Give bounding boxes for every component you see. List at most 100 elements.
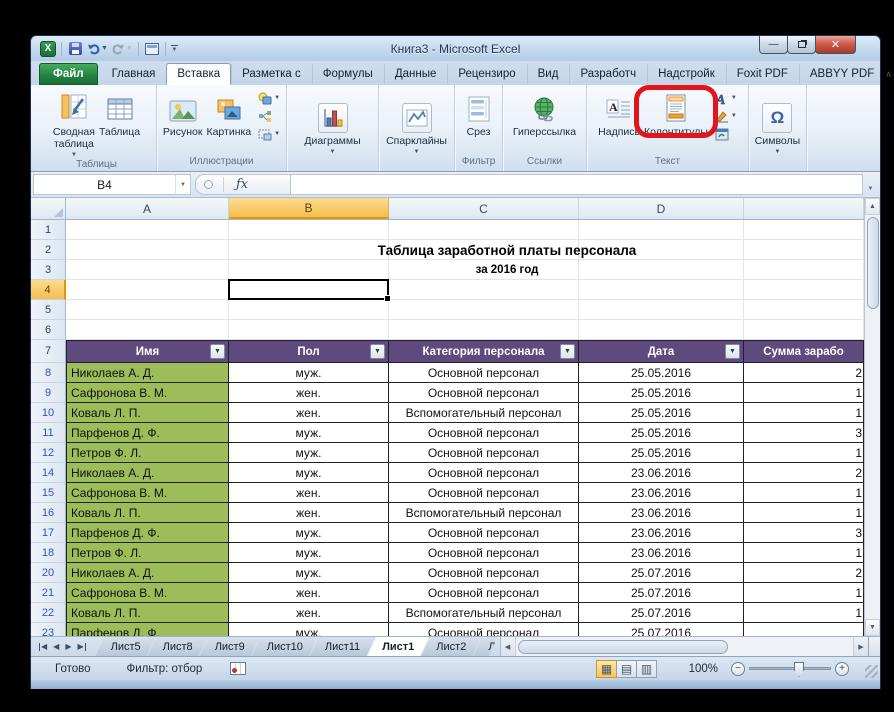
cell-name[interactable]: Коваль Л. П. (66, 403, 229, 423)
cell-category[interactable]: Основной персонал (389, 463, 579, 483)
cell-name[interactable]: Петров Ф. Л. (66, 443, 229, 463)
ribbon-tab-главная[interactable]: Главная (101, 63, 167, 85)
name-box[interactable]: B4 ▼ (33, 174, 191, 195)
row-header-10[interactable]: 10 (31, 403, 66, 423)
first-sheet-button[interactable]: ◀ (38, 642, 47, 651)
row-header-3[interactable]: 3 (31, 260, 66, 280)
cell-amount[interactable]: 2 (744, 363, 864, 383)
cell-name[interactable]: Сафронова В. М. (66, 383, 229, 403)
row-header-4[interactable]: 4 (31, 280, 66, 300)
ribbon-tab-разметка-с[interactable]: Разметка с (231, 63, 312, 85)
cell-gender[interactable]: жен. (229, 503, 389, 523)
row-header-6[interactable]: 6 (31, 320, 66, 340)
row-header-20[interactable]: 20 (31, 563, 66, 583)
grid-cell[interactable] (744, 280, 864, 300)
page-break-view-button[interactable]: ▥ (636, 659, 657, 678)
zoom-track[interactable] (749, 662, 831, 677)
grid-cell[interactable] (229, 300, 389, 320)
grid-cell[interactable] (229, 220, 389, 240)
cell-date[interactable]: 23.06.2016 (579, 523, 744, 543)
cell-date[interactable]: 23.06.2016 (579, 503, 744, 523)
cell-category[interactable]: Основной персонал (389, 383, 579, 403)
filter-dropdown-button[interactable]: ▼ (370, 344, 385, 359)
column-header-d[interactable]: D (579, 198, 744, 219)
tab-split-handle[interactable] (868, 637, 880, 656)
cell-date[interactable]: 25.07.2016 (579, 563, 744, 583)
cell-gender[interactable]: жен. (229, 483, 389, 503)
cell-name[interactable]: Коваль Л. П. (66, 603, 229, 623)
grid-cell[interactable] (66, 300, 229, 320)
smartart-button[interactable] (256, 108, 282, 124)
sheet-tab-лист9[interactable]: Лист9 (200, 637, 260, 656)
grid-cell[interactable] (579, 320, 744, 340)
grid-cell[interactable] (389, 320, 579, 340)
zoom-out-button[interactable]: − (731, 661, 745, 676)
screenshot-button[interactable]: ▼ (256, 126, 282, 142)
cell-gender[interactable]: жен. (229, 383, 389, 403)
scroll-left-arrow[interactable]: ◀ (500, 637, 516, 656)
pivot-table-button[interactable]: Сводная таблица ▼ (51, 88, 97, 158)
cell-name[interactable]: Парфенов Д. Ф. (66, 423, 229, 443)
minimize-button[interactable]: — (759, 36, 788, 54)
grid-cell[interactable] (389, 220, 579, 240)
header-footer-button[interactable]: Колонтитулы (642, 88, 710, 138)
grid-cell[interactable] (579, 240, 744, 260)
cell-gender[interactable]: муж. (229, 623, 389, 636)
cell-amount[interactable]: 1 (744, 503, 864, 523)
sheet-tab-лист10[interactable]: Лист10 (252, 637, 318, 656)
grid-cell[interactable] (579, 260, 744, 280)
cell-category[interactable]: Основной персонал (389, 443, 579, 463)
cell-date[interactable]: 23.06.2016 (579, 463, 744, 483)
object-button[interactable] (713, 126, 739, 142)
filter-dropdown-button[interactable]: ▼ (560, 344, 575, 359)
cell-category[interactable]: Основной персонал (389, 563, 579, 583)
customize-qat-button[interactable]: ▼ (170, 45, 178, 53)
scroll-up-arrow[interactable]: ▲ (865, 198, 880, 215)
cell-name[interactable]: Коваль Л. П. (66, 503, 229, 523)
cell-name[interactable]: Парфенов Д. Ф. (66, 523, 229, 543)
grid-cell[interactable] (579, 300, 744, 320)
row-header-12[interactable]: 12 (31, 443, 66, 463)
picture-button[interactable]: Рисунок (161, 88, 205, 138)
sheet-tab-лист11[interactable]: Лист11 (310, 637, 375, 656)
zoom-level[interactable]: 100% (676, 663, 718, 675)
cell-gender[interactable]: жен. (229, 583, 389, 603)
ribbon-tab-foxit-pdf[interactable]: Foxit PDF (725, 63, 799, 85)
row-header-17[interactable]: 17 (31, 523, 66, 543)
column-header-c[interactable]: C (389, 198, 579, 219)
cell-category[interactable]: Вспомогательный персонал (389, 403, 579, 423)
vertical-scroll-thumb[interactable] (866, 217, 879, 309)
cell-category[interactable]: Вспомогательный персонал (389, 503, 579, 523)
close-button[interactable]: ✕ (815, 36, 856, 54)
row-header-15[interactable]: 15 (31, 483, 66, 503)
formula-input[interactable] (291, 174, 863, 195)
grid-cell[interactable] (66, 260, 229, 280)
cell-gender[interactable]: муж. (229, 423, 389, 443)
ribbon-tab-вставка[interactable]: Вставка (166, 63, 232, 85)
ribbon-tab-abbyy-pdf[interactable]: ABBYY PDF (798, 63, 885, 85)
cell-gender[interactable]: муж. (229, 463, 389, 483)
grid-cell[interactable] (389, 260, 579, 280)
cell-amount[interactable]: 1 (744, 403, 864, 423)
expand-formula-bar-button[interactable]: ▼ (863, 174, 878, 195)
ribbon-tab-разработч[interactable]: Разработч (569, 63, 647, 85)
cell-name[interactable]: Николаев А. Д. (66, 563, 229, 583)
filter-dropdown-button[interactable]: ▼ (725, 344, 740, 359)
sheet-tab-лист2[interactable]: Лист2 (421, 637, 481, 656)
ribbon-tab-файл[interactable]: Файл (39, 63, 98, 85)
symbols-button[interactable]: Ω Символы ▼ (753, 101, 802, 155)
grid-cell[interactable] (229, 260, 389, 280)
minimize-ribbon-icon[interactable]: ∧ (885, 69, 892, 80)
cell-amount[interactable]: 1 (744, 483, 864, 503)
next-sheet-button[interactable]: ▶ (65, 642, 71, 651)
name-box-dropdown[interactable]: ▼ (175, 175, 190, 194)
column-header-a[interactable]: A (66, 198, 229, 219)
page-layout-view-button[interactable]: ▤ (616, 659, 637, 678)
grid-cell[interactable] (229, 320, 389, 340)
cell-category[interactable]: Основной персонал (389, 523, 579, 543)
cell-amount[interactable]: 3 (744, 423, 864, 443)
grid-cell[interactable] (744, 300, 864, 320)
grid-cell[interactable] (744, 320, 864, 340)
row-header-8[interactable]: 8 (31, 363, 66, 383)
row-header-16[interactable]: 16 (31, 503, 66, 523)
